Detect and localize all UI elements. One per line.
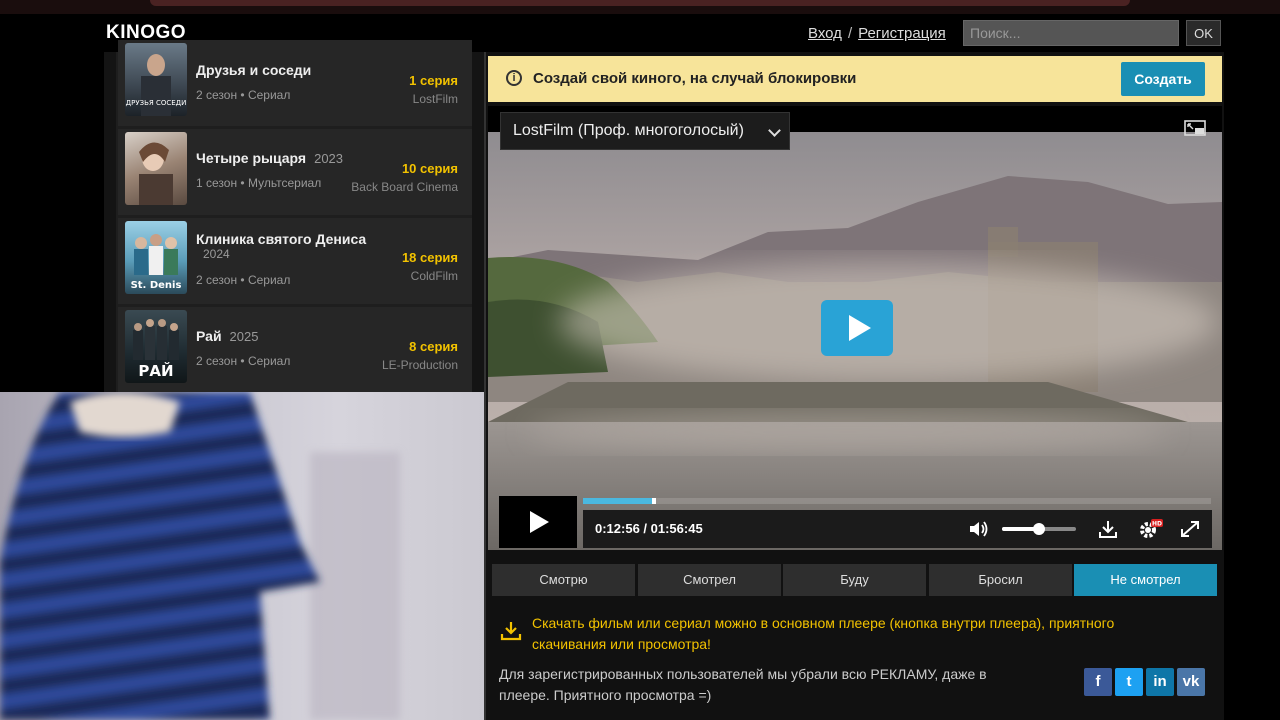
big-play-button[interactable] bbox=[821, 300, 893, 356]
series-studio: ColdFilm bbox=[410, 269, 458, 283]
chevron-down-icon bbox=[768, 124, 781, 137]
series-studio: LostFilm bbox=[412, 92, 458, 106]
vk-icon[interactable]: vk bbox=[1177, 668, 1205, 696]
series-year: 2023 bbox=[314, 151, 344, 166]
series-item[interactable]: Четыре рыцаря 2023 1 сезон • Мультсериал … bbox=[118, 129, 472, 215]
download-icon bbox=[500, 622, 522, 641]
volume-icon[interactable] bbox=[968, 519, 990, 539]
series-title[interactable]: Друзья и соседи bbox=[196, 62, 311, 78]
hd-badge: HD bbox=[1152, 521, 1162, 528]
series-poster: ДРУЗЬЯ СОСЕДИ bbox=[125, 43, 187, 116]
search-ok-button[interactable]: OK bbox=[1186, 20, 1221, 46]
series-item[interactable]: St. Denis Клиника святого Дениса 2024 2 … bbox=[118, 218, 472, 304]
series-meta: 2 сезон • Сериал bbox=[196, 354, 291, 368]
webcam-figure bbox=[0, 392, 400, 720]
info-icon: i bbox=[506, 70, 522, 86]
main-content: i Создай свой киного, на случай блокиров… bbox=[484, 52, 1224, 720]
series-episode: 18 серия bbox=[401, 250, 458, 265]
play-button[interactable] bbox=[499, 496, 577, 548]
create-button[interactable]: Создать bbox=[1121, 62, 1205, 96]
registration-note: Для зарегистрированных пользователей мы … bbox=[499, 666, 987, 703]
progress-fill bbox=[583, 498, 653, 504]
tab-watching[interactable]: Смотрю bbox=[492, 564, 635, 596]
register-link[interactable]: Регистрация bbox=[858, 25, 946, 42]
poster-art: St. Denis bbox=[131, 234, 182, 291]
series-title[interactable]: Клиника святого Дениса bbox=[196, 231, 366, 247]
series-meta: 1 сезон • Мультсериал bbox=[196, 176, 322, 190]
series-studio: LE-Production bbox=[381, 358, 458, 372]
volume-knob[interactable] bbox=[1033, 523, 1045, 535]
settings-icon[interactable]: HD bbox=[1137, 519, 1163, 539]
watch-status-tabs: Смотрю Смотрел Буду Бросил Не смотрел bbox=[492, 564, 1218, 596]
series-poster: РАЙ bbox=[125, 310, 187, 383]
tab-watched[interactable]: Смотрел bbox=[638, 564, 781, 596]
player-controls: 0:12:56 / 01:56:45 HD bbox=[583, 510, 1212, 548]
notice-banner: i Создай свой киного, на случай блокиров… bbox=[488, 56, 1222, 102]
progress-bar[interactable] bbox=[583, 498, 1211, 504]
series-meta: 2 сезон • Сериал bbox=[196, 273, 291, 287]
timecode: 0:12:56 / 01:56:45 bbox=[595, 521, 703, 536]
picture-in-picture-icon[interactable] bbox=[1184, 120, 1206, 136]
notice-text: Создай свой киного, на случай блокировки bbox=[533, 70, 857, 87]
series-item[interactable]: РАЙ Рай 2025 2 сезон • Сериал 8 серия LE-… bbox=[118, 307, 472, 393]
poster-art: ДРУЗЬЯ СОСЕДИ bbox=[126, 54, 187, 116]
poster-art: РАЙ bbox=[133, 319, 179, 380]
series-title[interactable]: Рай 2025 bbox=[196, 328, 258, 344]
series-poster bbox=[125, 132, 187, 205]
series-studio: Back Board Cinema bbox=[351, 180, 458, 194]
poster-caption: ДРУЗЬЯ СОСЕДИ bbox=[126, 99, 187, 107]
series-year: 2025 bbox=[229, 329, 259, 344]
series-title[interactable]: Четыре рыцаря 2023 bbox=[196, 150, 343, 166]
webcam-overlay bbox=[0, 392, 484, 720]
auth-separator: / bbox=[847, 25, 853, 42]
poster-caption: РАЙ bbox=[138, 361, 173, 380]
video-player[interactable]: LostFilm (Проф. многоголосый) 0:12:56 / … bbox=[488, 106, 1222, 550]
login-link[interactable]: Вход bbox=[808, 25, 842, 42]
poster-caption: St. Denis bbox=[131, 280, 182, 291]
download-note-text: Скачать фильм или сериал можно в основно… bbox=[532, 615, 1115, 652]
voice-select-value: LostFilm (Проф. многоголосый) bbox=[513, 122, 744, 139]
voice-select[interactable]: LostFilm (Проф. многоголосый) bbox=[500, 112, 790, 150]
browser-top-strip bbox=[0, 0, 1280, 14]
tab-dropped[interactable]: Бросил bbox=[929, 564, 1072, 596]
series-poster: St. Denis bbox=[125, 221, 187, 294]
facebook-icon[interactable]: f bbox=[1084, 668, 1112, 696]
series-meta: 2 сезон • Сериал bbox=[196, 88, 291, 102]
twitter-icon[interactable]: t bbox=[1115, 668, 1143, 696]
poster-art bbox=[139, 142, 173, 205]
series-episode: 10 серия bbox=[401, 161, 458, 176]
tab-will-watch[interactable]: Буду bbox=[783, 564, 926, 596]
download-icon[interactable] bbox=[1097, 519, 1119, 539]
series-year: 2024 bbox=[203, 247, 230, 261]
series-episode: 1 серия bbox=[409, 73, 458, 88]
series-episode: 8 серия bbox=[409, 339, 458, 354]
search-input[interactable] bbox=[963, 20, 1179, 46]
series-item[interactable]: ДРУЗЬЯ СОСЕДИ Друзья и соседи 2 сезон • … bbox=[118, 40, 472, 126]
tab-not-watched[interactable]: Не смотрел bbox=[1074, 564, 1217, 596]
fullscreen-icon[interactable] bbox=[1179, 519, 1201, 539]
progress-handle[interactable] bbox=[652, 498, 657, 504]
volume-slider[interactable] bbox=[1002, 523, 1076, 535]
auth-links: Вход / Регистрация bbox=[808, 25, 946, 42]
linkedin-icon[interactable]: in bbox=[1146, 668, 1174, 696]
